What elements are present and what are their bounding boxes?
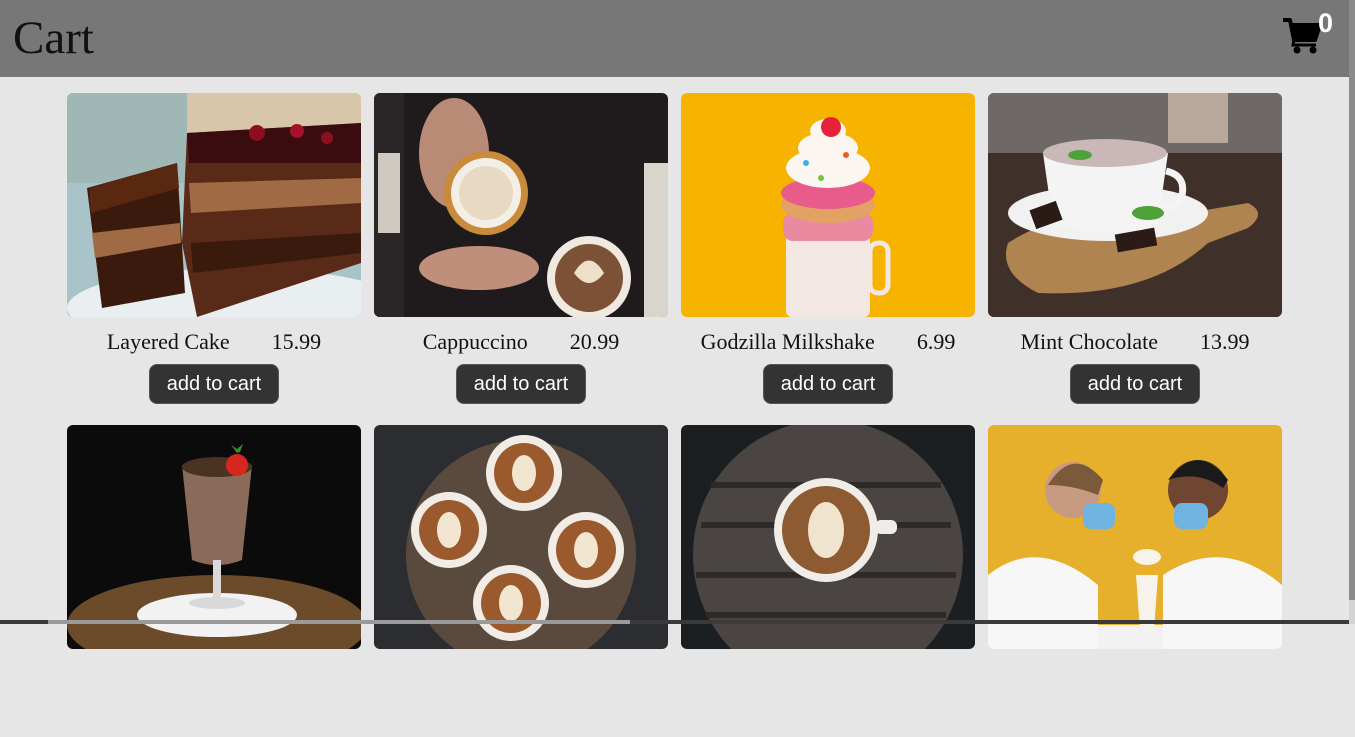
product-name: Cappuccino — [422, 329, 528, 354]
product-image-latte-table[interactable] — [681, 425, 975, 649]
shopping-cart-icon — [1283, 18, 1322, 54]
product-name: Godzilla Milkshake — [700, 329, 875, 354]
godzilla-milkshake-photo — [681, 93, 975, 317]
product-info: Layered Cake 15.99 — [67, 329, 361, 355]
product-image-latte-art[interactable] — [374, 425, 668, 649]
add-to-cart-button[interactable]: add to cart — [148, 364, 280, 404]
vertical-scrollbar-thumb[interactable] — [1349, 0, 1355, 600]
product-card — [681, 425, 975, 737]
product-card — [374, 425, 668, 737]
product-price: 15.99 — [271, 329, 322, 354]
chocolate-milkshake-photo — [67, 425, 361, 649]
add-to-cart-button[interactable]: add to cart — [1069, 364, 1201, 404]
product-name: Layered Cake — [106, 329, 230, 354]
add-to-cart-button[interactable]: add to cart — [455, 364, 587, 404]
latte-art-cups-photo — [374, 425, 668, 649]
page-title: Cart — [13, 12, 94, 64]
product-name: Mint Chocolate — [1020, 329, 1158, 354]
product-image-mint-chocolate[interactable] — [988, 93, 1282, 317]
couple-sharing-milkshake-photo — [988, 425, 1282, 649]
product-card — [988, 425, 1282, 737]
latte-on-wooden-table-photo — [681, 425, 975, 649]
product-card: Layered Cake 15.99 add to cart — [67, 93, 361, 405]
header-bar: Cart 0 — [0, 0, 1349, 77]
product-card — [67, 425, 361, 737]
product-info: Godzilla Milkshake 6.99 — [681, 329, 975, 355]
add-to-cart-button[interactable]: add to cart — [762, 364, 894, 404]
product-price: 6.99 — [916, 329, 956, 354]
vertical-scrollbar[interactable] — [1349, 0, 1355, 624]
cart-count-badge: 0 — [1318, 8, 1334, 38]
product-image-cappuccino[interactable] — [374, 93, 668, 317]
product-image-couple-milkshake[interactable] — [988, 425, 1282, 649]
product-info: Mint Chocolate 13.99 — [988, 329, 1282, 355]
product-price: 13.99 — [1199, 329, 1250, 354]
product-card: Cappuccino 20.99 add to cart — [374, 93, 668, 405]
product-image-godzilla-milkshake[interactable] — [681, 93, 975, 317]
product-card: Mint Chocolate 13.99 add to cart — [988, 93, 1282, 405]
mint-chocolate-photo — [988, 93, 1282, 317]
layered-cake-photo — [67, 93, 361, 317]
product-grid: Layered Cake 15.99 add to cart Cappuccin… — [67, 93, 1282, 737]
cart-button[interactable]: 0 — [1282, 8, 1342, 58]
product-info: Cappuccino 20.99 — [374, 329, 668, 355]
product-image-layered-cake[interactable] — [67, 93, 361, 317]
product-image-chocolate-milkshake[interactable] — [67, 425, 361, 649]
cappuccino-photo — [374, 93, 668, 317]
product-card: Godzilla Milkshake 6.99 add to cart — [681, 93, 975, 405]
horizontal-scrollbar-thumb[interactable] — [48, 620, 630, 624]
product-price: 20.99 — [569, 329, 620, 354]
